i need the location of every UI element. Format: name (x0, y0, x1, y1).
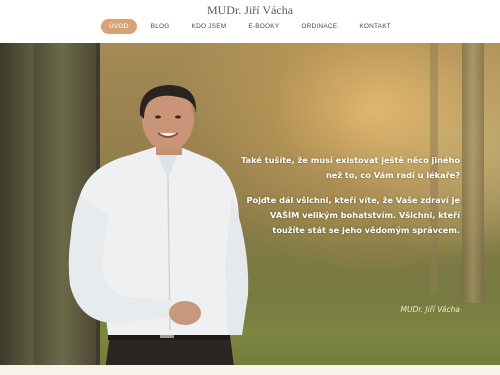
nav-item-e-booky[interactable]: E-BOOKY (240, 19, 287, 34)
hero-paragraph-2: Pojďte dál všichni, kteří víte, že Vaše … (246, 195, 460, 235)
hero-signature: MUDr. Jiří Vácha (400, 305, 460, 314)
nav-item-blog[interactable]: BLOG (143, 19, 178, 34)
hero-quote: Také tušíte, že musí existovat ještě něc… (240, 153, 460, 248)
page-bottom-strip (0, 365, 500, 375)
hero-paragraph-1: Také tušíte, že musí existovat ještě něc… (241, 155, 460, 180)
site-header: MUDr. Jiří Vácha ÚVOD BLOG KDO JSEM E-BO… (0, 0, 500, 43)
site-title[interactable]: MUDr. Jiří Vácha (0, 3, 500, 18)
nav-item-uvod[interactable]: ÚVOD (101, 19, 137, 34)
background-tree (462, 43, 484, 303)
main-nav: ÚVOD BLOG KDO JSEM E-BOOKY ORDINACE KONT… (0, 19, 500, 34)
nav-item-ordinace[interactable]: ORDINACE (293, 19, 345, 34)
hero-section: Také tušíte, že musí existovat ještě něc… (0, 43, 500, 375)
nav-item-kontakt[interactable]: KONTAKT (351, 19, 399, 34)
nav-item-kdo-jsem[interactable]: KDO JSEM (184, 19, 235, 34)
doctor-portrait (68, 85, 249, 375)
